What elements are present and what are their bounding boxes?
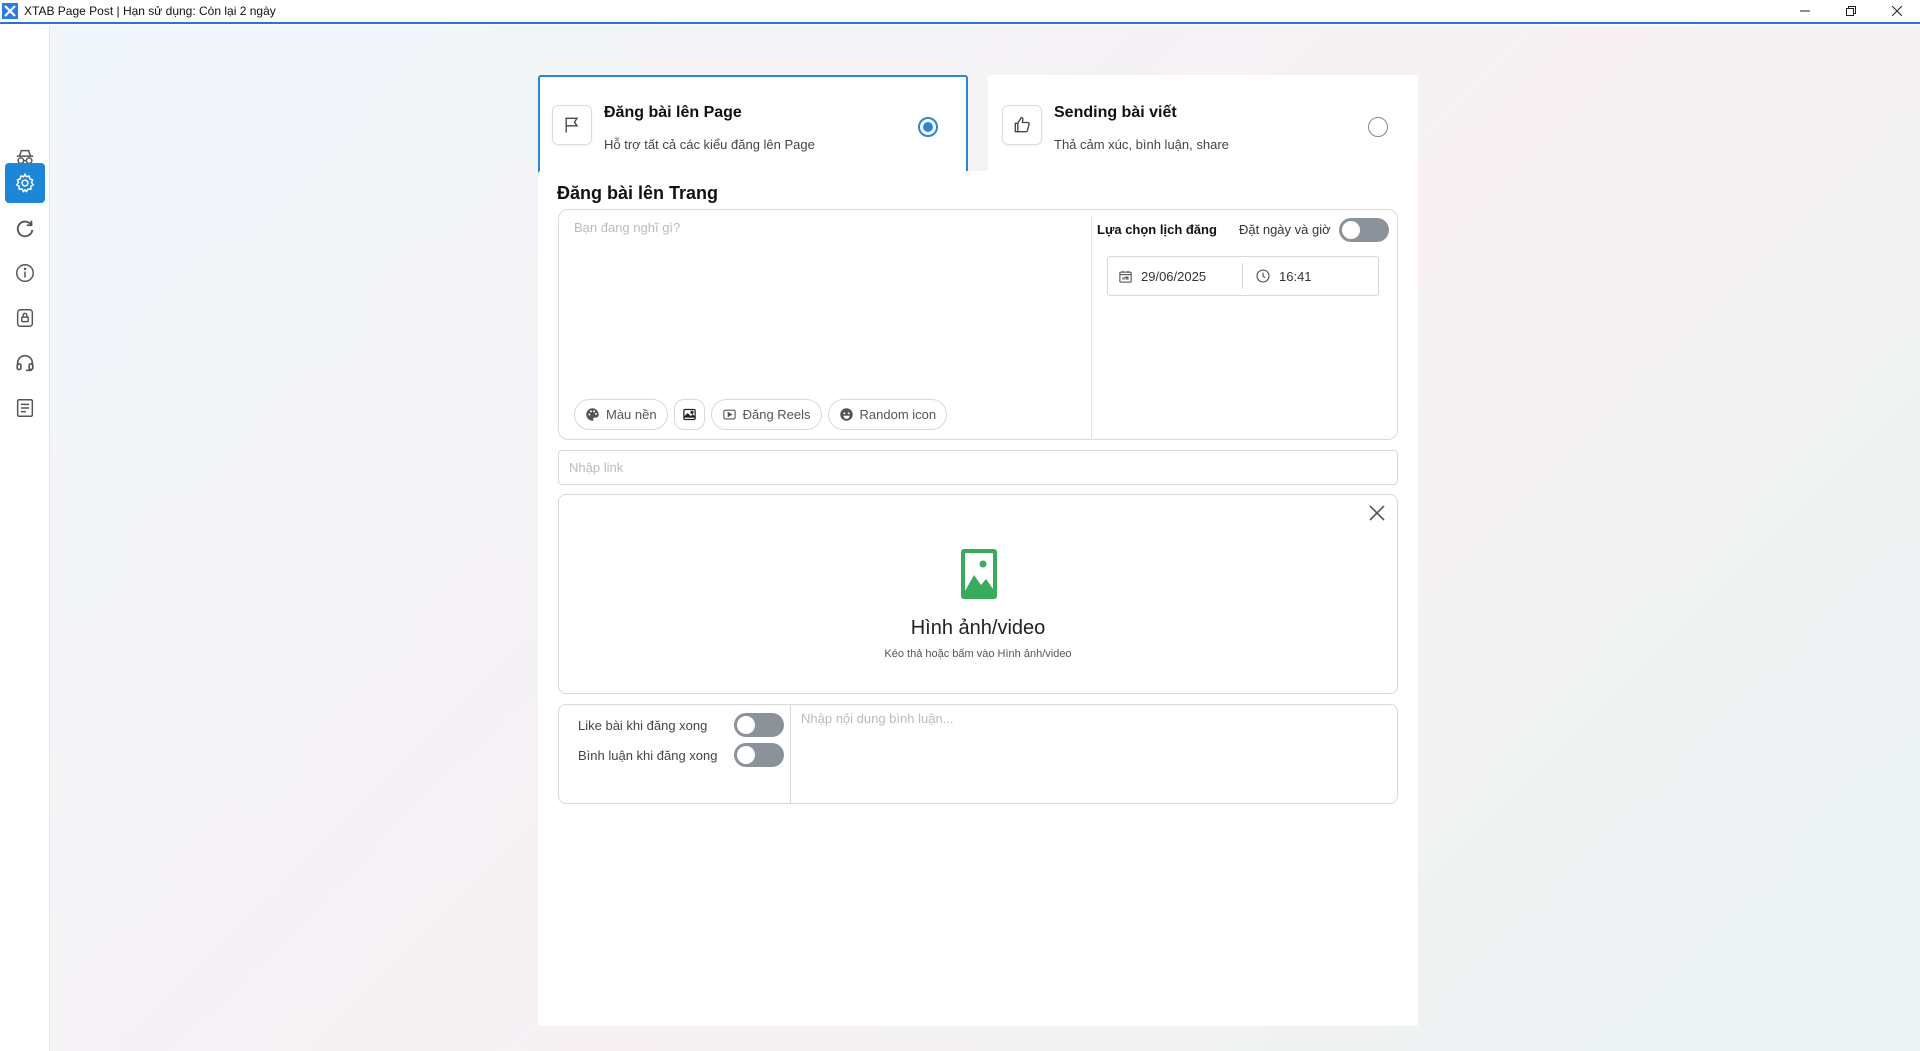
refresh-icon [16, 220, 34, 238]
sidebar-item-refresh[interactable] [5, 208, 45, 248]
compose-box: Màu nền Đăng Reels Random icon Lựa chọn … [558, 209, 1398, 440]
sidebar-item-settings[interactable] [5, 163, 45, 203]
gear-icon [15, 172, 35, 193]
document-icon [16, 399, 34, 417]
post-panel: Đăng bài lên Trang Màu nền Đăng Reels [538, 171, 1418, 1026]
compose-toolbar: Màu nền Đăng Reels Random icon [574, 399, 948, 430]
app-logo-icon [2, 3, 18, 19]
schedule-label: Lựa chọn lịch đăng [1097, 222, 1217, 237]
like-after-post-toggle[interactable] [734, 713, 784, 737]
restore-button[interactable] [1828, 0, 1874, 22]
flag-icon [552, 105, 592, 145]
sidebar-item-log[interactable] [5, 388, 45, 428]
background-color-label: Màu nền [606, 407, 657, 422]
video-play-icon [722, 409, 736, 420]
add-image-button[interactable] [673, 399, 705, 430]
post-content-input[interactable] [574, 220, 1084, 390]
schedule-toggle-label: Đặt ngày và giờ [1239, 222, 1331, 237]
schedule-datetime: 29/06/2025 16:41 [1107, 256, 1379, 296]
mode-title: Sending bài viết [1054, 104, 1177, 121]
sidebar [0, 26, 50, 1051]
mode-card-sending[interactable]: Sending bài viết Thả cảm xúc, bình luận,… [988, 75, 1418, 176]
clock-icon [1256, 269, 1270, 283]
after-post-divider [790, 705, 791, 803]
schedule-time: 16:41 [1279, 268, 1312, 284]
sidebar-item-info[interactable] [5, 253, 45, 293]
mode-subtitle: Thả cảm xúc, bình luận, share [1054, 137, 1229, 152]
close-icon[interactable] [1367, 503, 1387, 523]
like-after-post-label: Like bài khi đăng xong [578, 718, 708, 733]
picture-icon [961, 549, 997, 599]
mode-radio-sending[interactable] [1368, 117, 1388, 137]
thumbs-up-icon [1002, 105, 1042, 145]
post-reels-label: Đăng Reels [742, 407, 811, 422]
image-icon [682, 408, 696, 421]
window-controls [1782, 0, 1920, 22]
random-icon-button[interactable]: Random icon [827, 399, 948, 430]
mode-card-post-page[interactable]: Đăng bài lên Page Hỗ trợ tất cả các kiểu… [538, 75, 968, 176]
info-icon [16, 264, 34, 282]
schedule-date: 29/06/2025 [1141, 268, 1207, 284]
calendar-icon [1119, 270, 1132, 283]
headset-icon [16, 354, 34, 372]
media-title: Hình ảnh/video [910, 617, 1046, 639]
sidebar-item-support[interactable] [5, 343, 45, 383]
media-subtitle: Kéo thả hoặc bấm vào Hình ảnh/video [884, 648, 1072, 660]
compose-divider [1091, 216, 1092, 440]
mode-subtitle: Hỗ trợ tất cả các kiểu đăng lên Page [604, 137, 815, 152]
lock-icon [16, 309, 34, 327]
panel-title: Đăng bài lên Trang [557, 183, 719, 203]
comment-after-post-label: Bình luận khi đăng xong [578, 748, 718, 763]
sidebar-item-lock[interactable] [5, 298, 45, 338]
title-bar: XTAB Page Post | Hạn sử dụng: Còn lại 2 … [0, 0, 1920, 24]
schedule-date-field[interactable]: 29/06/2025 [1108, 263, 1243, 289]
after-post-options: Like bài khi đăng xong Bình luận khi đăn… [558, 704, 1398, 804]
palette-icon [586, 408, 599, 421]
link-input[interactable] [558, 450, 1398, 485]
post-reels-button[interactable]: Đăng Reels [710, 399, 822, 430]
smiley-icon [839, 408, 853, 421]
minimize-button[interactable] [1782, 0, 1828, 22]
main-area: Đăng bài lên Page Hỗ trợ tất cả các kiểu… [50, 26, 1920, 1051]
media-dropzone[interactable]: Hình ảnh/video Kéo thả hoặc bấm vào Hình… [558, 494, 1398, 694]
close-button[interactable] [1874, 0, 1920, 22]
background-color-button[interactable]: Màu nền [574, 399, 668, 430]
comment-after-post-toggle[interactable] [734, 743, 784, 767]
mode-title: Đăng bài lên Page [604, 104, 742, 121]
schedule-time-field[interactable]: 16:41 [1243, 257, 1312, 295]
comment-content-input[interactable] [801, 711, 1389, 797]
random-icon-label: Random icon [859, 407, 937, 422]
schedule-toggle[interactable] [1339, 218, 1389, 242]
mode-radio-post-page[interactable] [918, 117, 938, 137]
window-title: XTAB Page Post | Hạn sử dụng: Còn lại 2 … [24, 4, 276, 18]
